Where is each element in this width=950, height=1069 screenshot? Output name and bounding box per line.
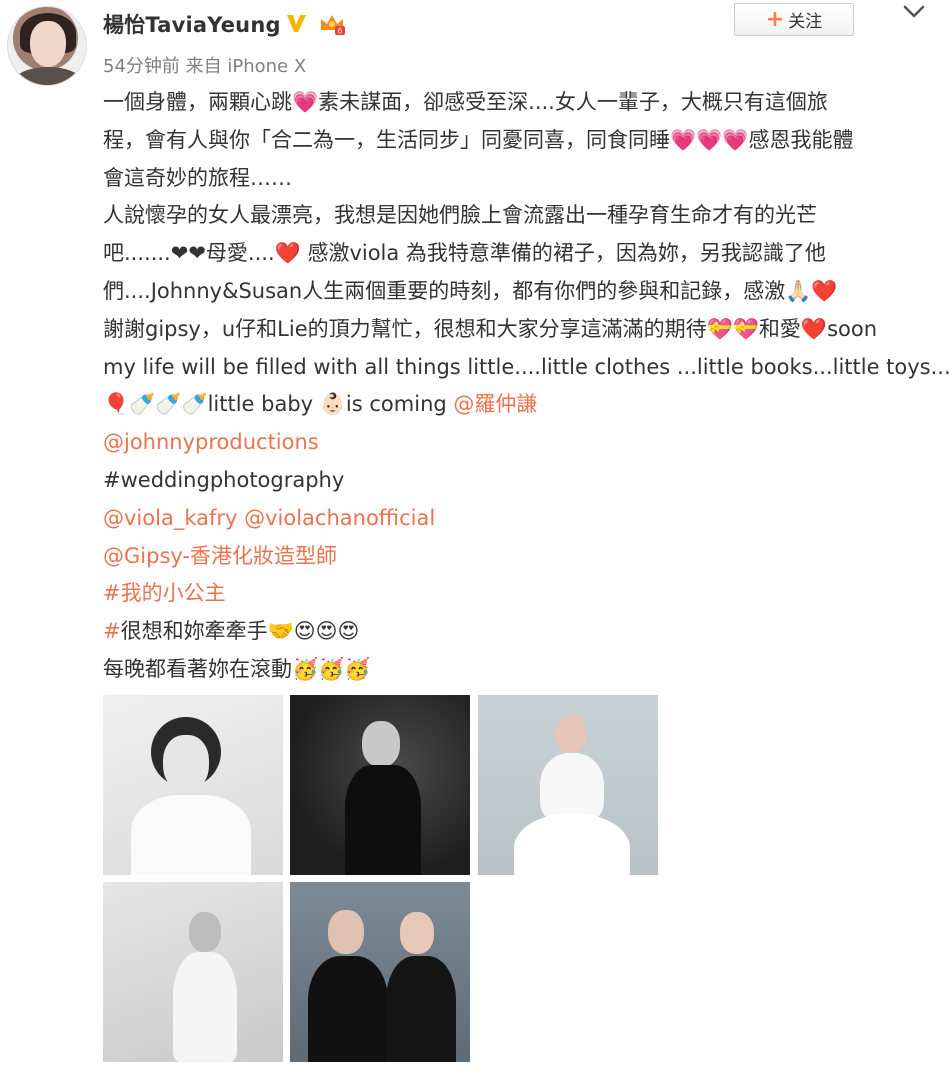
avatar-shoulder: [14, 67, 82, 85]
mention-link[interactable]: @羅仲謙: [453, 392, 537, 416]
post-text-segment: 每晚都看著妳在滾動🥳🥳🥳: [103, 656, 371, 681]
post-text-segment: my life will be filled with all things l…: [103, 354, 950, 379]
photo-5-woman-outfit: [386, 956, 456, 1062]
photo-1-bw-portrait-white-shirt[interactable]: [103, 695, 283, 875]
post-line: 謝謝gipsy，u仔和Lie的頂力幫忙，很想和大家分享這滿滿的期待💝💝和愛❤️s…: [103, 311, 933, 349]
post-line: @viola_kafry @violachanofficial: [103, 500, 933, 538]
post-text-segment: 一個身體，兩顆心跳💗素未謀面，卻感受至深....女人一輩子，大概只有這個旅: [103, 90, 828, 114]
post-text-segment: #weddingphotography: [103, 467, 345, 492]
post-text-segment: 🎈🍼🍼🍼little baby 👶🏻is coming: [103, 392, 454, 417]
post-line: 人說懷孕的女人最漂亮，我想是因她們臉上會流露出一種孕育生命才有的光芒: [103, 197, 933, 235]
post-line: 每晚都看著妳在滾動🥳🥳🥳: [103, 651, 933, 689]
post-line: 吧.......❤❤母愛....❤️ 感激viola 為我特意準備的裙子，因為妳…: [103, 235, 933, 273]
post-text-segment: 程，會有人與你「合二為一，生活同步」同憂同喜，同食同睡💗💗💗感恩我能體: [103, 127, 854, 152]
post-line: #我的小公主: [103, 575, 933, 613]
photo-5-man-face: [328, 910, 364, 954]
photo-1-shirt: [131, 795, 251, 875]
hashtag-link[interactable]: #我的小公主: [103, 581, 226, 605]
post-line: #很想和妳牽牽手🤝😍😍😍: [103, 613, 933, 651]
avatar[interactable]: [7, 6, 87, 86]
photo-3-face: [556, 715, 586, 753]
photo-4-bw-white-dress[interactable]: [103, 882, 283, 1062]
post-time[interactable]: 54分钟前: [103, 56, 180, 77]
photo-3-white-tutu-dress[interactable]: [478, 695, 658, 875]
post-text-segment: 會這奇妙的旅程……: [103, 165, 292, 190]
post-text: 一個身體，兩顆心跳💗素未謀面，卻感受至深....女人一輩子，大概只有這個旅程，會…: [103, 84, 950, 689]
avatar-face: [30, 21, 66, 67]
follow-label: 关注: [788, 12, 823, 32]
post-line: @johnnyproductions: [103, 424, 933, 462]
post-text-segment: 很想和妳牽牽手🤝😍😍😍: [120, 619, 360, 644]
photo-1-face: [163, 735, 209, 791]
post-text-segment: 們....Johnny&Susan人生兩個重要的時刻，都有你們的參與和記錄，感激…: [103, 278, 838, 303]
post-text-segment: 人說懷孕的女人最漂亮，我想是因她們臉上會流露出一種孕育生命才有的光芒: [103, 203, 817, 228]
photo-2-black-dress-dark-background[interactable]: [290, 695, 470, 875]
photo-5-couple-black-outfits[interactable]: [290, 882, 470, 1062]
post-line: #weddingphotography: [103, 462, 933, 500]
photo-5-woman-face: [400, 912, 434, 954]
chevron-down-icon[interactable]: [902, 4, 926, 20]
username[interactable]: 楊怡TaviaYeung: [103, 9, 281, 39]
photo-2-face: [362, 721, 400, 767]
photo-4-dress: [173, 952, 237, 1062]
photo-5-man-outfit: [308, 956, 388, 1062]
post-meta: 54分钟前 来自 iPhone X: [103, 52, 306, 78]
mention-link[interactable]: @Gipsy-香港化妝造型師: [103, 544, 337, 568]
photo-4-face: [189, 912, 221, 952]
crown-member-icon[interactable]: 6: [318, 12, 346, 36]
mention-link[interactable]: @viola_kafry @violachanofficial: [103, 506, 435, 530]
post-line: 會這奇妙的旅程……: [103, 160, 933, 198]
svg-text:6: 6: [338, 27, 343, 36]
post-text-segment: 吧.......❤❤母愛....❤️ 感激viola 為我特意準備的裙子，因為妳…: [103, 241, 826, 266]
follow-button[interactable]: + 关注: [734, 3, 854, 36]
photo-2-dress: [345, 765, 421, 875]
post-line: my life will be filled with all things l…: [103, 349, 950, 387]
verified-v-icon[interactable]: [285, 12, 307, 34]
post-line: 程，會有人與你「合二為一，生活同步」同憂同喜，同食同睡💗💗💗感恩我能體: [103, 122, 933, 160]
post-line: 🎈🍼🍼🍼little baby 👶🏻is coming @羅仲謙: [103, 386, 933, 424]
post-line: 一個身體，兩顆心跳💗素未謀面，卻感受至深....女人一輩子，大概只有這個旅: [103, 84, 933, 122]
hashtag-link[interactable]: #: [103, 619, 121, 643]
post-text-segment: 謝謝gipsy，u仔和Lie的頂力幫忙，很想和大家分享這滿滿的期待💝💝和愛❤️s…: [103, 316, 878, 341]
photo-3-tutu: [514, 813, 630, 875]
mention-link[interactable]: @johnnyproductions: [103, 430, 319, 454]
plus-icon: +: [765, 6, 785, 32]
post-line: @Gipsy-香港化妝造型師: [103, 538, 933, 576]
post-line: 們....Johnny&Susan人生兩個重要的時刻，都有你們的參與和記錄，感激…: [103, 273, 933, 311]
post-source: 来自 iPhone X: [185, 56, 307, 77]
